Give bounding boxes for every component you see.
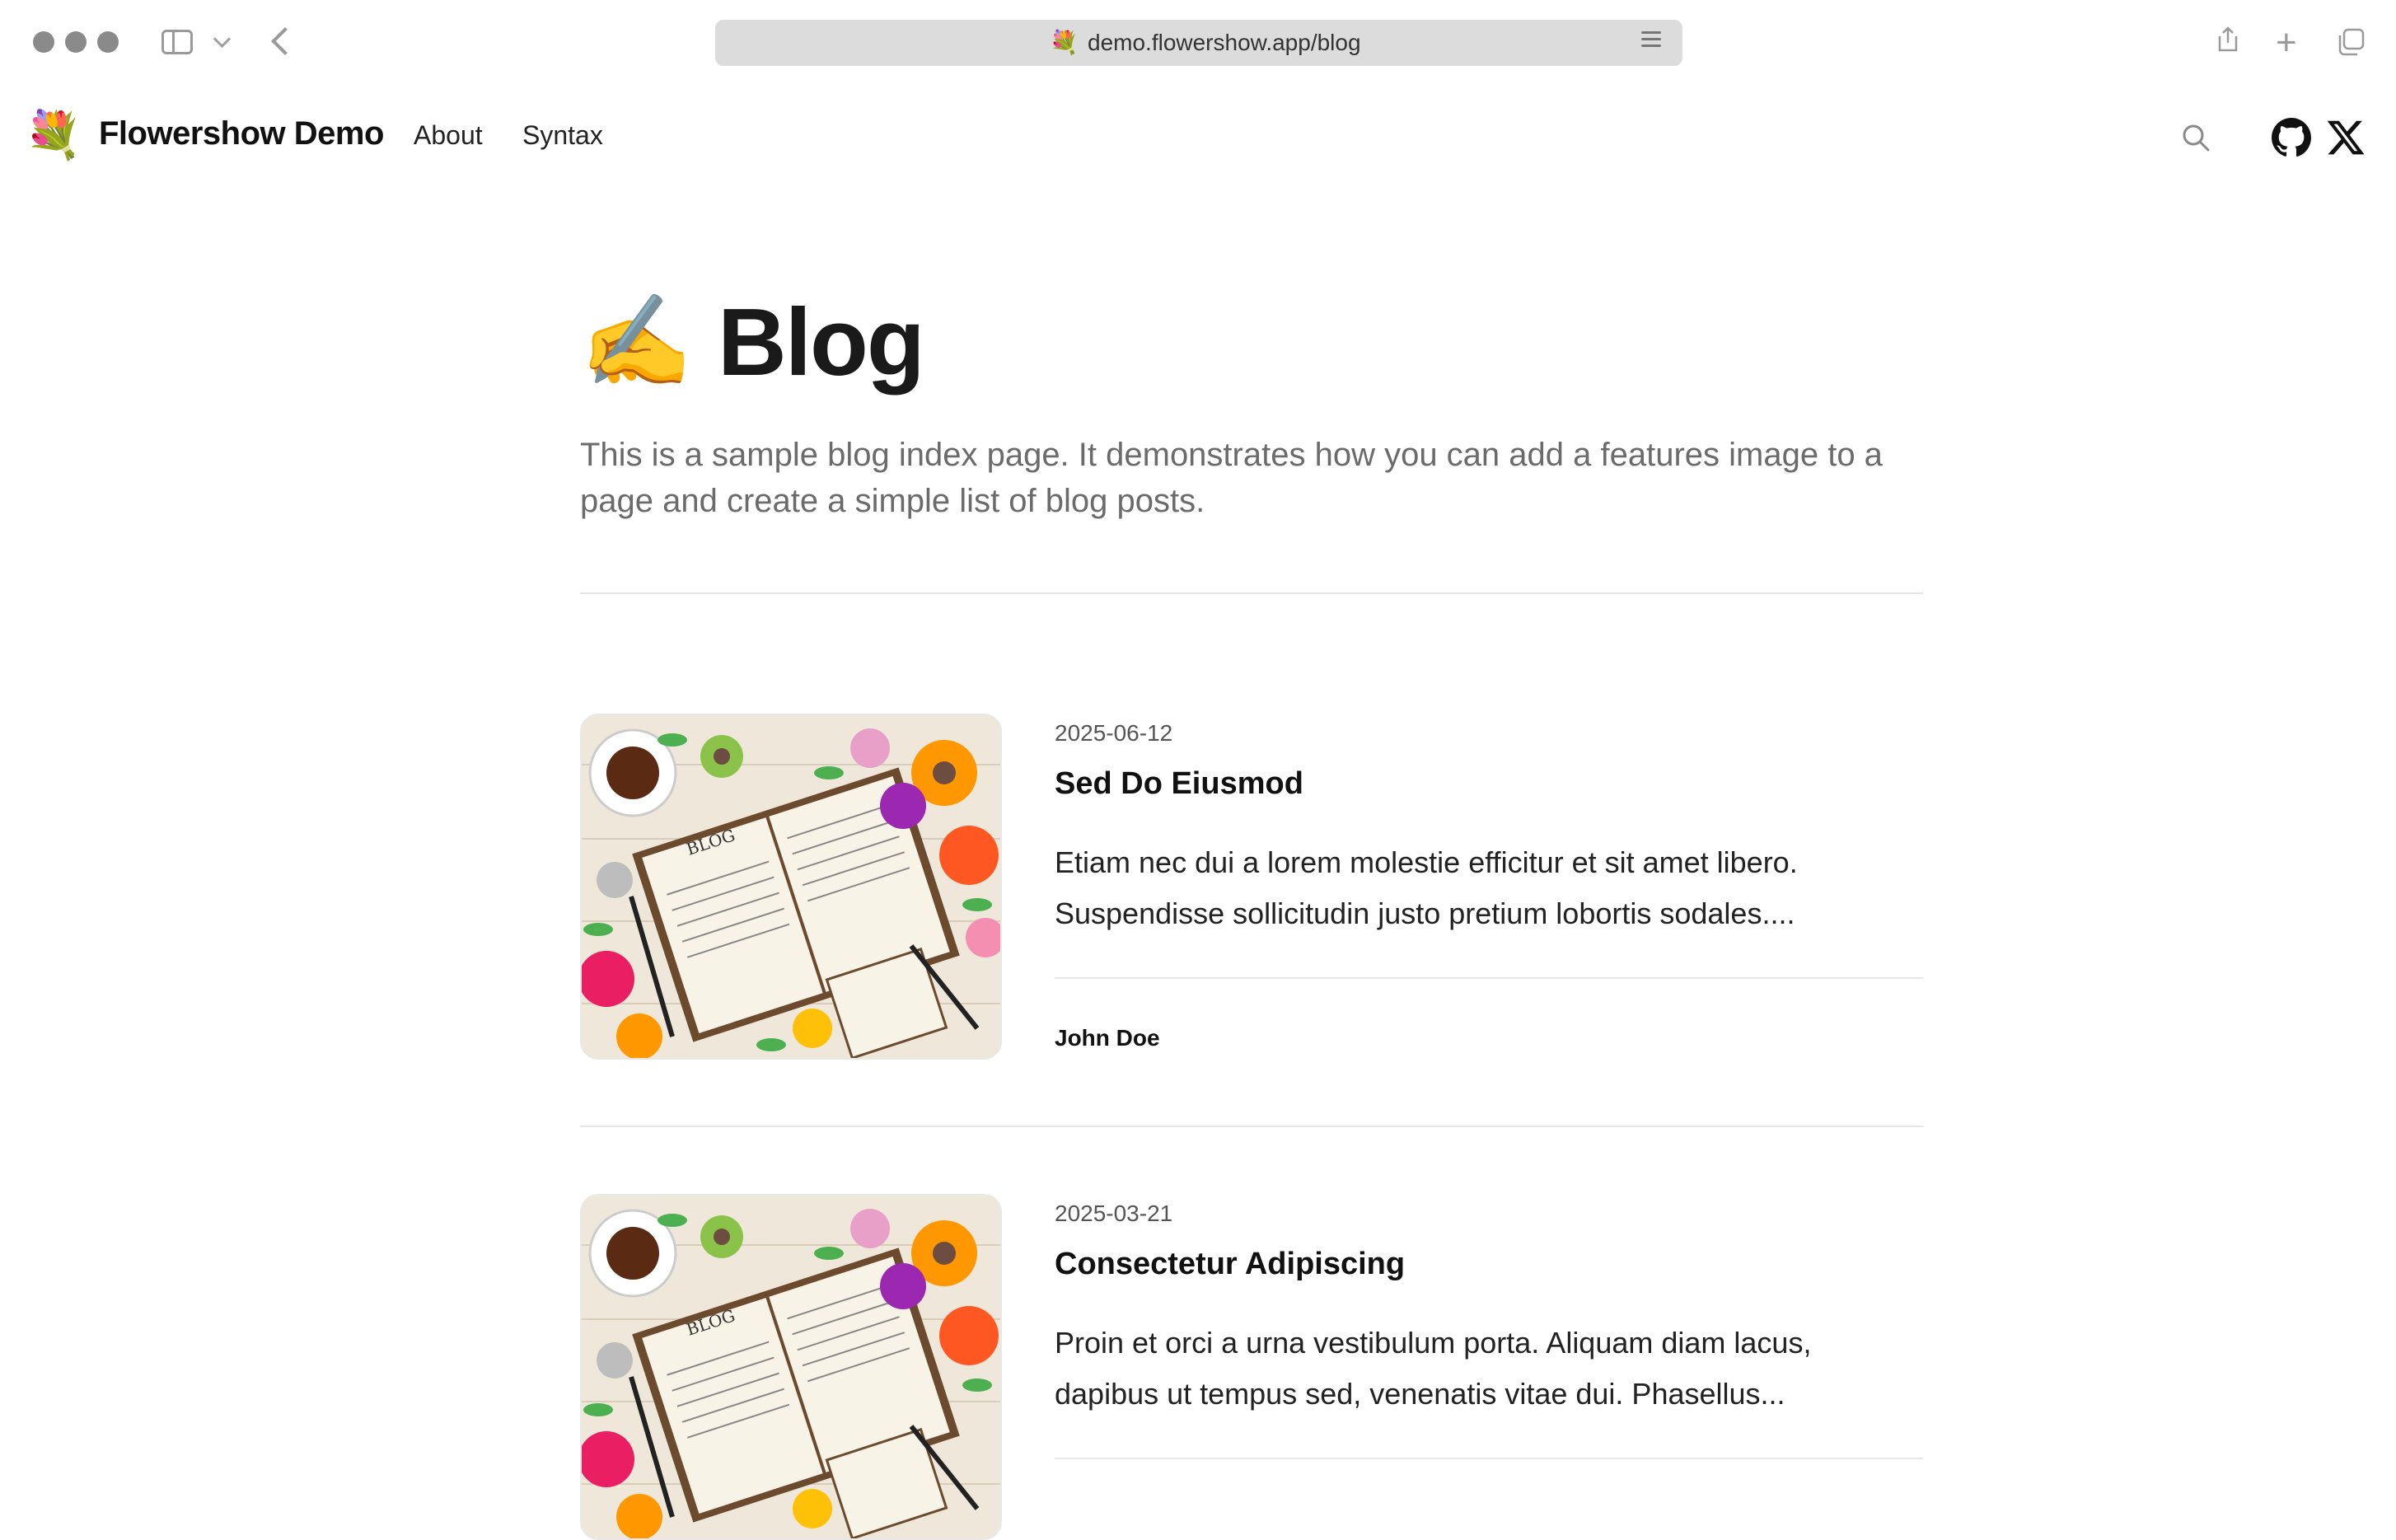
post-divider: [1055, 1458, 1923, 1459]
post-title-link[interactable]: Consectetur Adipiscing: [1055, 1247, 1405, 1282]
post-featured-image[interactable]: BLOG: [580, 714, 1002, 1060]
post-list-divider: [580, 1126, 1923, 1127]
close-window-button[interactable]: [33, 31, 54, 53]
share-icon[interactable]: [2216, 26, 2239, 53]
site-title-link[interactable]: Flowershow Demo: [99, 115, 384, 152]
back-arrow-icon[interactable]: [271, 27, 299, 55]
blog-post-card[interactable]: BLOG 2025-06-12 Sed Do Eiusmod Etiam nec…: [580, 714, 1923, 1060]
nav-link-syntax[interactable]: Syntax: [522, 120, 603, 151]
new-tab-plus-icon[interactable]: +: [2276, 25, 2297, 61]
post-divider: [1055, 977, 1923, 979]
writing-hand-icon: ✍️: [580, 291, 693, 392]
browser-toolbar: 💐 demo.flowershow.app/blog +: [0, 0, 2396, 86]
flower-bouquet-logo-icon[interactable]: 💐: [25, 109, 82, 161]
minimize-window-button[interactable]: [65, 31, 87, 53]
blog-illustration-icon: BLOG: [582, 1196, 1000, 1538]
page-heading: ✍️ Blog: [580, 288, 925, 396]
blog-illustration-icon: BLOG: [582, 715, 1000, 1058]
post-author: John Doe: [1055, 1025, 1160, 1051]
x-twitter-icon[interactable]: [2325, 117, 2366, 158]
chevron-down-icon[interactable]: [213, 30, 232, 49]
nav-link-about[interactable]: About: [414, 120, 483, 151]
zoom-window-button[interactable]: [97, 31, 119, 53]
post-featured-image[interactable]: BLOG: [580, 1194, 1002, 1540]
url-text[interactable]: demo.flowershow.app/blog: [1088, 30, 1361, 56]
post-title-link[interactable]: Sed Do Eiusmod: [1055, 766, 1303, 802]
site-header: 💐 Flowershow Demo About Syntax: [0, 99, 2396, 181]
post-date: 2025-03-21: [1055, 1201, 1173, 1226]
post-date: 2025-06-12: [1055, 720, 1173, 746]
post-excerpt: Etiam nec dui a lorem molestie efficitur…: [1055, 845, 1798, 930]
favicon-icon: 💐: [1050, 30, 1079, 55]
post-excerpt: Proin et orci a urna vestibulum porta. A…: [1055, 1326, 1812, 1411]
tab-overview-icon[interactable]: [2337, 28, 2365, 56]
blog-post-card[interactable]: BLOG 2025-03-21 Consectetur Adipiscing P…: [580, 1194, 1923, 1540]
address-bar[interactable]: 💐 demo.flowershow.app/blog: [715, 20, 1682, 66]
search-icon[interactable]: [2182, 124, 2210, 152]
page-title: Blog: [717, 288, 925, 396]
page-description: This is a sample blog index page. It dem…: [580, 437, 1883, 519]
sidebar-toggle-icon[interactable]: [161, 30, 193, 54]
github-icon[interactable]: [2271, 117, 2312, 158]
header-divider: [580, 592, 1923, 594]
reader-mode-icon[interactable]: [1641, 31, 1661, 54]
